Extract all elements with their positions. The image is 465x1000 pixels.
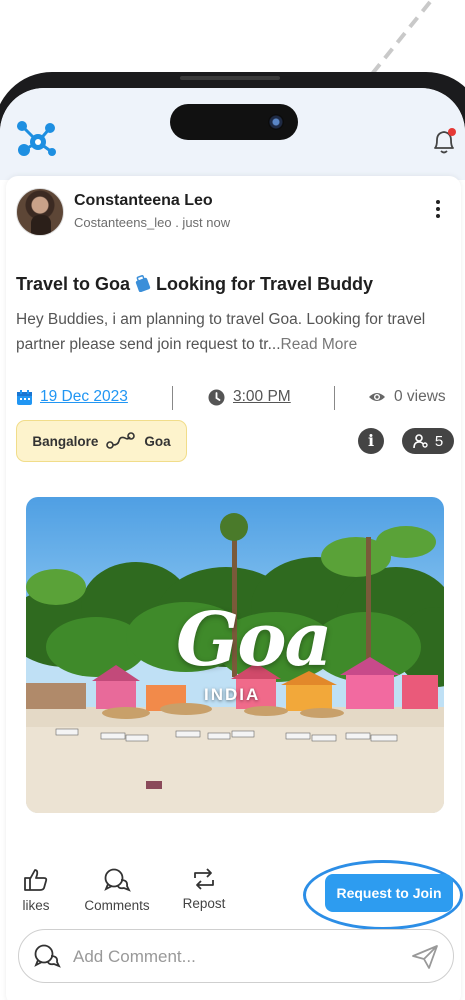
post-title-part2: Looking for Travel Buddy xyxy=(156,274,374,294)
comment-icon xyxy=(104,868,131,892)
event-date[interactable]: 19 Dec 2023 xyxy=(16,388,128,406)
post-meta-row: 19 Dec 2023 3:00 PM 0 views xyxy=(16,386,456,410)
decorative-dashed-line xyxy=(370,0,432,76)
members-count-pill[interactable]: 5 xyxy=(402,428,454,454)
route-to: Goa xyxy=(144,433,171,449)
repost-icon xyxy=(194,868,214,890)
event-time[interactable]: 3:00 PM xyxy=(208,388,291,406)
read-more-link[interactable]: Read More xyxy=(281,336,358,353)
post-body-text: Hey Buddies, i am planning to travel Goa… xyxy=(16,311,426,353)
route-icon xyxy=(106,432,136,449)
comment-bar[interactable] xyxy=(18,929,454,983)
calendar-icon xyxy=(17,389,32,405)
info-icon[interactable]: i xyxy=(358,428,384,454)
clock-icon xyxy=(208,389,225,405)
phone-speaker xyxy=(180,76,280,80)
image-subline: INDIA xyxy=(204,685,261,704)
more-options-icon[interactable] xyxy=(432,200,444,222)
app-network-logo[interactable] xyxy=(14,118,58,162)
avatar[interactable] xyxy=(16,188,64,236)
event-date-text: 19 Dec 2023 xyxy=(40,388,128,405)
likes-label: likes xyxy=(22,898,50,913)
event-time-text: 3:00 PM xyxy=(233,388,291,405)
comments-button[interactable]: Comments xyxy=(78,868,156,913)
send-icon[interactable] xyxy=(411,944,439,970)
comment-input[interactable] xyxy=(73,940,393,974)
dynamic-island xyxy=(170,104,298,140)
comment-icon xyxy=(34,944,61,968)
repost-label: Repost xyxy=(182,896,226,911)
author-meta: Costanteens_leo . just now xyxy=(74,215,230,230)
view-count-text: 0 views xyxy=(394,388,446,405)
route-chip[interactable]: Bangalore Goa xyxy=(16,420,187,462)
repost-button[interactable]: Repost xyxy=(178,868,230,911)
meta-divider xyxy=(334,386,335,410)
post-title-part1: Travel to Goa xyxy=(16,274,131,294)
post-body: Hey Buddies, i am planning to travel Goa… xyxy=(16,307,448,357)
image-headline: Goa xyxy=(176,597,333,683)
status-header xyxy=(0,88,465,180)
request-to-join-button[interactable]: Request to Join xyxy=(325,874,453,912)
comments-label: Comments xyxy=(84,898,150,913)
route-from: Bangalore xyxy=(32,433,99,449)
author-name[interactable]: Constanteena Leo xyxy=(74,192,213,210)
author-handle[interactable]: Costanteens_leo xyxy=(74,215,172,230)
post-image[interactable]: Goa INDIA xyxy=(26,497,444,813)
luggage-icon xyxy=(134,274,152,297)
front-camera xyxy=(268,114,284,130)
members-count: 5 xyxy=(434,432,444,450)
eye-icon xyxy=(369,393,385,401)
post-time: . just now xyxy=(175,215,231,230)
bell-icon[interactable] xyxy=(430,126,458,156)
like-button[interactable]: likes xyxy=(18,868,54,913)
post-title: Travel to Goa Looking for Travel Buddy xyxy=(16,274,373,297)
view-count: 0 views xyxy=(368,388,446,406)
thumbs-up-icon xyxy=(24,869,48,891)
members-icon xyxy=(413,434,428,449)
meta-divider xyxy=(172,386,173,410)
